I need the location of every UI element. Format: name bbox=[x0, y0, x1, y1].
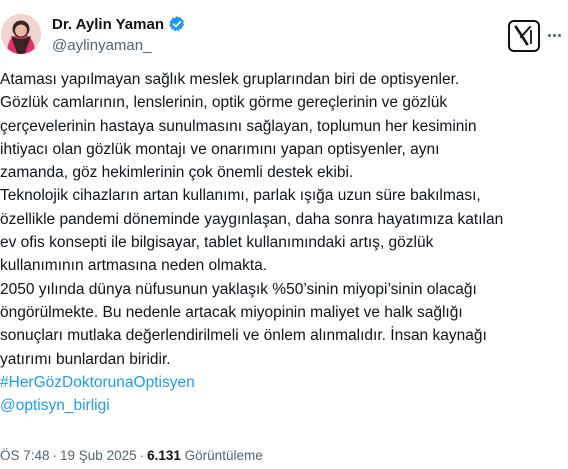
tweet-text-line: ev ofis konsepti ile bilgisayar, tablet … bbox=[0, 234, 434, 252]
tweet-text-line: öngörülmekte. Bu nedenle artacak miyopin… bbox=[0, 303, 463, 321]
more-dot bbox=[548, 34, 551, 37]
tweet-text-line: Teknolojik cihazların artan kullanımı, p… bbox=[0, 187, 481, 205]
more-dot bbox=[553, 34, 556, 37]
tweet-text-line: özellikle pandemi döneminde yaygınlaşan,… bbox=[0, 210, 504, 228]
views-label: Görüntüleme bbox=[184, 448, 263, 463]
tweet-time[interactable]: ÖS 7:48 bbox=[0, 448, 50, 463]
tweet-text-line: çerçevelerinin hastaya sunulmasını sağla… bbox=[0, 117, 477, 135]
hashtag-line: #HerGözDoktorunaOptisyen bbox=[0, 371, 566, 394]
display-name[interactable]: Dr. Aylin Yaman bbox=[52, 16, 164, 33]
meta-separator: · bbox=[52, 448, 58, 463]
mention-line: @optisyn_birligi bbox=[0, 394, 566, 417]
tweet-text-line: Gözlük camlarının, lenslerinin, optik gö… bbox=[0, 94, 448, 112]
x-logo-glyph bbox=[514, 25, 532, 46]
views-count: 6.131 bbox=[147, 448, 181, 463]
avatar[interactable] bbox=[1, 14, 41, 54]
tweet-text-line: zamanda, göz hekimlerinin çok önemli des… bbox=[0, 164, 354, 182]
tweet-text-line: sonuçları mutlaka değerlendirilmeli ve ö… bbox=[0, 327, 487, 345]
mention-link[interactable]: @optisyn_birligi bbox=[0, 397, 110, 414]
tweet-text: Ataması yapılmayan sağlık meslek gruplar… bbox=[0, 68, 566, 417]
tweet-text-line: ihtiyacı olan gözlük montajı ve onarımın… bbox=[0, 140, 440, 158]
tweet-header: Dr. Aylin Yaman @aylinyaman_ bbox=[0, 10, 568, 66]
tweet-text-line: yatırımı bunlardan biridir. bbox=[0, 350, 171, 368]
avatar-image bbox=[1, 14, 41, 54]
hashtag-link[interactable]: #HerGözDoktorunaOptisyen bbox=[0, 374, 195, 391]
tweet-date[interactable]: 19 Şub 2025 bbox=[60, 448, 137, 463]
more-options-icon[interactable] bbox=[548, 34, 561, 37]
author-handle[interactable]: @aylinyaman_ bbox=[52, 36, 186, 56]
display-name-row: Dr. Aylin Yaman bbox=[52, 14, 186, 34]
tweet-text-line: 2050 yılında dünya nüfusunun yaklaşık %5… bbox=[0, 280, 477, 298]
meta-separator: · bbox=[139, 448, 145, 463]
verified-badge-icon bbox=[169, 16, 185, 32]
more-dot bbox=[558, 34, 561, 37]
tweet-meta: ÖS 7:48 · 19 Şub 2025 · 6.131 Görüntüleme bbox=[0, 448, 263, 463]
x-logo-icon[interactable] bbox=[508, 20, 540, 52]
author-names: Dr. Aylin Yaman @aylinyaman_ bbox=[52, 14, 186, 56]
tweet-text-line: Ataması yapılmayan sağlık meslek gruplar… bbox=[0, 71, 460, 88]
tweet-card: Dr. Aylin Yaman @aylinyaman_ Ataması yap… bbox=[0, 0, 568, 469]
tweet-text-line: kullanımının artmasına neden olmakta. bbox=[0, 257, 268, 275]
